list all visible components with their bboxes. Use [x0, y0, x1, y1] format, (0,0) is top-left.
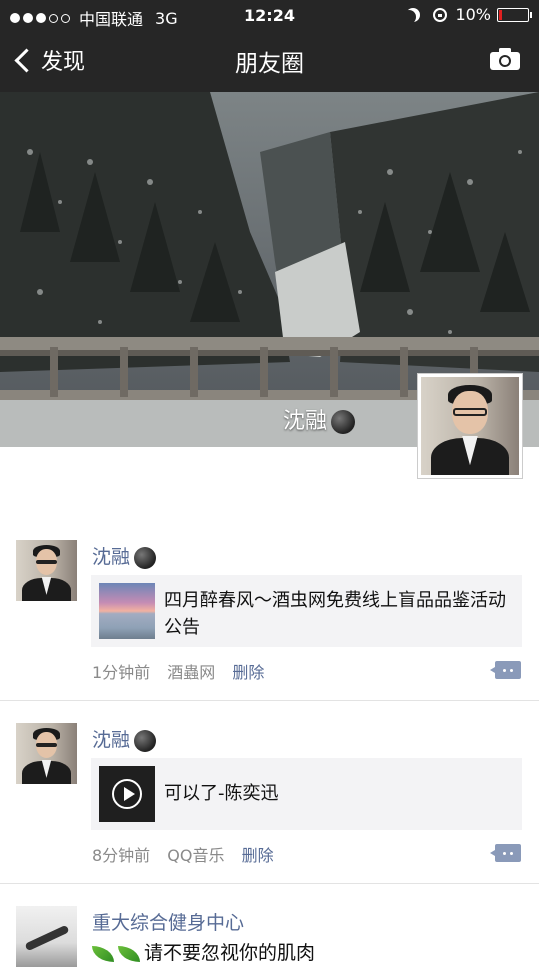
signal-dot-icon — [23, 13, 33, 23]
link-title: 四月醉春风～酒虫网免费线上盲品品鉴活动公告 — [164, 590, 506, 638]
carrier-name: 中国联通 — [79, 10, 144, 29]
post-text: 请不要忽视你的肌肉 — [92, 938, 315, 965]
leaf-emoji-icon — [92, 945, 114, 962]
leaf-emoji-icon — [118, 945, 140, 962]
comment-icon[interactable] — [490, 844, 521, 862]
signal-strength: 中国联通 3G — [10, 6, 178, 30]
do-not-disturb-icon — [402, 10, 416, 24]
post-author-avatar[interactable] — [16, 540, 77, 601]
avatar-photo — [16, 723, 77, 784]
post-text-content: 请不要忽视你的肌肉 — [144, 942, 316, 964]
signal-dot-empty-icon — [49, 13, 58, 23]
signal-dot-icon — [36, 13, 46, 23]
status-right: 10% — [402, 5, 532, 24]
comment-icon[interactable] — [490, 661, 521, 679]
badge-dot-icon — [134, 546, 157, 569]
post-author-name[interactable]: 重大综合健身中心 — [92, 908, 244, 935]
post-author-name[interactable]: 沈融 — [92, 725, 157, 752]
badge-dot-icon — [134, 729, 157, 752]
cover-user-name-text: 沈融 — [282, 409, 327, 434]
battery-icon — [497, 7, 532, 22]
post-author-avatar[interactable] — [16, 906, 77, 967]
avatar-photo — [16, 540, 77, 601]
camera-icon[interactable] — [489, 47, 521, 71]
link-thumbnail — [99, 583, 155, 639]
signal-dot-icon — [10, 13, 20, 23]
network-type: 3G — [155, 8, 178, 28]
shared-link-card[interactable]: 四月醉春风～酒虫网免费线上盲品品鉴活动公告 — [91, 575, 522, 647]
post-meta: 1分钟前 酒蟲网 删除 — [92, 659, 276, 683]
music-thumbnail — [99, 766, 155, 822]
profile-avatar[interactable] — [417, 373, 523, 479]
avatar-photo — [421, 377, 519, 475]
post-meta: 8分钟前 QQ音乐 删除 — [92, 842, 286, 866]
rotation-lock-icon — [433, 7, 448, 22]
nav-bar: 发现 朋友圈 — [0, 30, 539, 92]
post-author-name[interactable]: 沈融 — [92, 542, 157, 569]
cover-user-name: 沈融 — [283, 403, 355, 435]
post-time: 1分钟前 — [92, 663, 151, 682]
music-title: 可以了-陈奕迅 — [164, 783, 279, 804]
shared-music-card[interactable]: 可以了-陈奕迅 — [91, 758, 522, 830]
avatar-photo — [16, 906, 77, 967]
status-bar: 中国联通 3G 12:24 10% — [0, 0, 539, 30]
post-source[interactable]: 酒蟲网 — [167, 663, 215, 682]
post-author-avatar[interactable] — [16, 723, 77, 784]
post-author-name-text: 沈融 — [92, 546, 131, 568]
play-icon[interactable] — [112, 779, 142, 809]
badge-dot-icon — [331, 410, 355, 434]
post-divider — [0, 700, 539, 701]
delete-button[interactable]: 删除 — [242, 846, 274, 865]
post-source[interactable]: QQ音乐 — [167, 846, 224, 865]
battery-percent: 10% — [455, 5, 491, 24]
delete-button[interactable]: 删除 — [232, 663, 264, 682]
post-divider — [0, 883, 539, 884]
post-time: 8分钟前 — [92, 846, 151, 865]
signal-dot-empty-icon — [61, 13, 70, 23]
post-author-name-text: 沈融 — [92, 729, 131, 751]
page-title: 朋友圈 — [235, 51, 304, 77]
